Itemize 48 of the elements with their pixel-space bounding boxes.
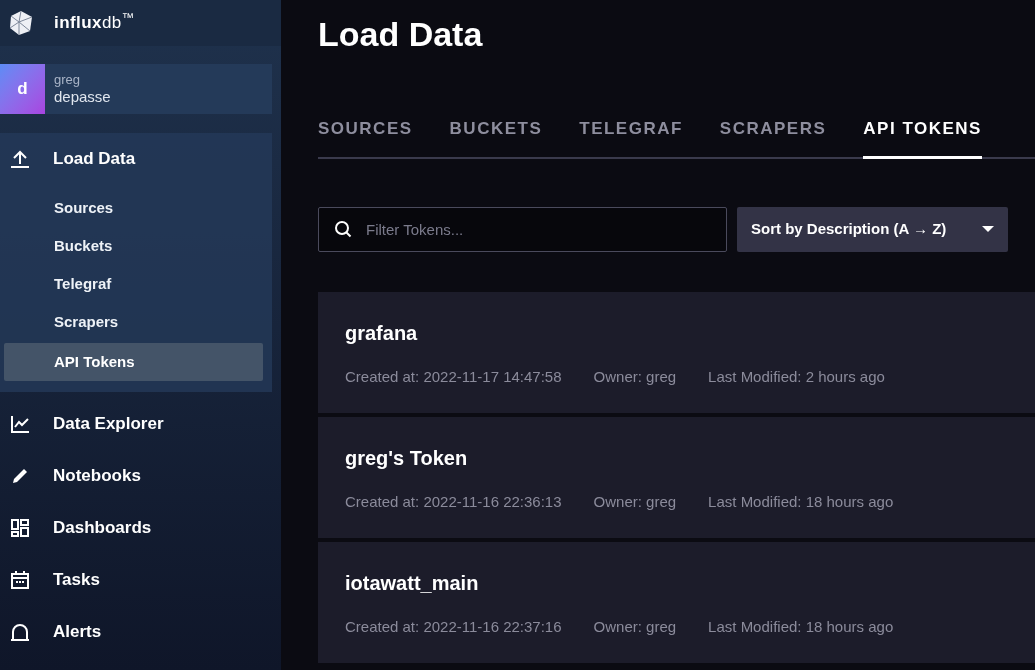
nav-section-title[interactable]: Load Data	[53, 146, 136, 172]
token-name[interactable]: grafana	[345, 319, 1035, 346]
avatar: d	[0, 64, 45, 114]
token-card[interactable]: greg's Token Created at: 2022-11-16 22:36:13 Owner: greg Last Modified: 18 hours ago	[318, 416, 1035, 538]
created-date: Created at: 2022-11-16 22:36:13	[345, 491, 562, 512]
modified-text: Last Modified: 2 hours ago	[708, 366, 885, 387]
modified-text: Last Modified: 18 hours ago	[708, 491, 894, 512]
tab[interactable]: SCRAPERS	[719, 116, 827, 159]
tab[interactable]: TELEGRAF	[579, 116, 683, 159]
caret-icon	[982, 225, 994, 233]
token-card[interactable]: grafana Created at: 2022-11-17 14:47:58 Owner: greg Last Modified: 2 hours ago	[318, 291, 1035, 413]
nav-item[interactable]: Tasks	[53, 567, 100, 593]
bell-icon	[10, 622, 30, 642]
filter-field[interactable]: Filter Tokens...	[318, 206, 727, 252]
sort-dropdown[interactable]: Sort by Description (A → Z)	[737, 206, 1008, 252]
nav-subitem[interactable]: API Tokens	[4, 343, 263, 381]
calendar-icon	[10, 570, 30, 590]
tab[interactable]: SOURCES	[318, 116, 413, 159]
user-name: greg	[54, 72, 82, 88]
nav-item[interactable]: Dashboards	[53, 515, 152, 541]
token-card[interactable]: iotawatt_main Created at: 2022-11-16 22:37:16 Owner: greg Last Modified: 18 hours ago	[318, 541, 1035, 663]
tab[interactable]: API TOKENS	[863, 116, 982, 159]
nav-subitem[interactable]: Scrapers	[4, 305, 263, 339]
pencil-icon	[10, 466, 30, 486]
owner-text: Owner: greg	[593, 491, 677, 512]
profile-card[interactable]: d greg depasse	[0, 64, 272, 114]
nav-subitem[interactable]: Buckets	[4, 229, 263, 263]
token-name[interactable]: greg's Token	[345, 444, 1035, 471]
nav-item[interactable]: Alerts	[53, 619, 102, 645]
nav-item[interactable]: Notebooks	[53, 463, 141, 489]
modified-text: Last Modified: 18 hours ago	[708, 616, 894, 637]
created-date: Created at: 2022-11-17 14:47:58	[345, 366, 562, 387]
logo-text: influxdb$^{™}$	[54, 10, 135, 35]
dashboard-grid-icon	[10, 518, 30, 538]
nav-item[interactable]: Data Explorer	[53, 411, 164, 437]
line-chart-icon	[10, 414, 30, 434]
logo-icon	[8, 10, 34, 36]
page-title: Load Data	[318, 14, 484, 55]
nav-subitem[interactable]: Sources	[4, 191, 263, 225]
search-icon	[334, 219, 352, 238]
org-name: depasse	[54, 88, 111, 106]
created-date: Created at: 2022-11-16 22:37:16	[345, 616, 562, 637]
nav-subitem[interactable]: Telegraf	[4, 267, 263, 301]
owner-text: Owner: greg	[593, 616, 677, 637]
owner-text: Owner: greg	[593, 366, 677, 387]
tab[interactable]: BUCKETS	[449, 116, 543, 159]
upload-icon	[10, 149, 30, 169]
token-name[interactable]: iotawatt_main	[345, 569, 1035, 596]
